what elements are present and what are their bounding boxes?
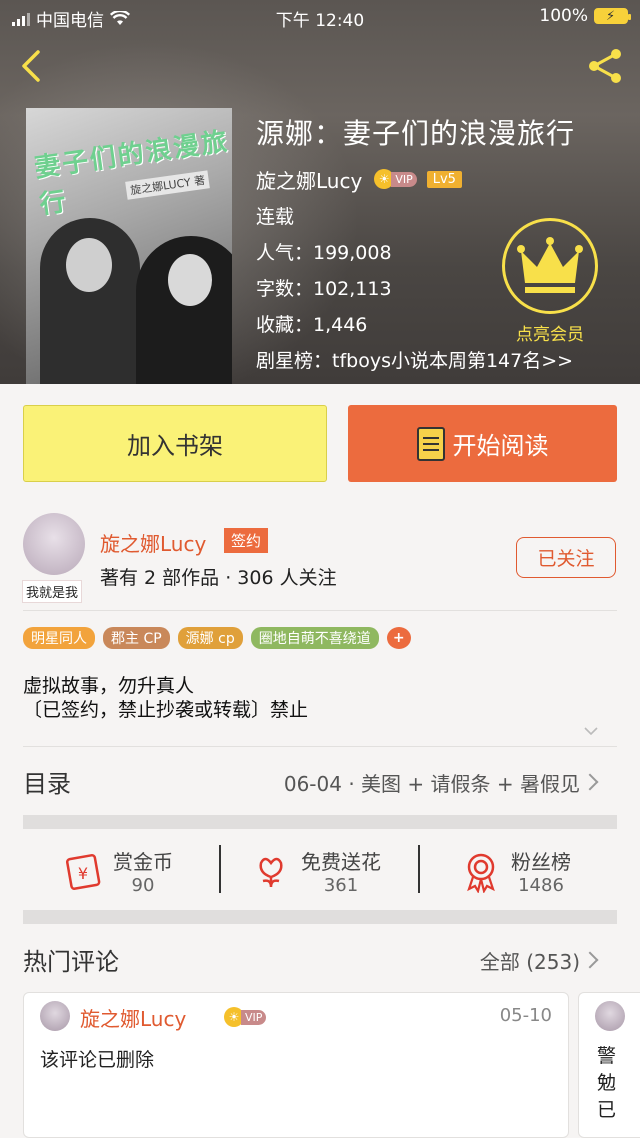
table-of-contents-row[interactable]: 目录 06-04 · 美图 + 请假条 + 暑假见: [0, 746, 640, 816]
section-separator: [23, 910, 617, 924]
book-title: 源娜：妻子们的浪漫旅行: [256, 117, 576, 150]
battery-icon: ⚡: [594, 8, 631, 24]
tag-item[interactable]: 源娜 cp: [177, 627, 243, 649]
status-bar: 中国电信 下午 12:40 100% ⚡: [0, 0, 640, 32]
level-badge: Lv5: [426, 170, 462, 188]
toc-label: 目录: [23, 770, 71, 798]
membership-button[interactable]: [502, 218, 598, 314]
commenter-avatar[interactable]: [595, 1001, 625, 1031]
comment-card[interactable]: 旋之娜Lucy ☀ VIP 05-10 该评论已删除: [23, 992, 569, 1138]
add-to-shelf-button[interactable]: 加入书架: [23, 405, 327, 482]
free-flowers-stat[interactable]: 免费送花 361: [249, 831, 381, 911]
crown-icon: [517, 237, 583, 293]
flower-icon: [259, 857, 283, 888]
expand-chevron-icon[interactable]: [584, 724, 598, 738]
avatar-tag: 我就是我: [22, 580, 83, 603]
section-separator: [23, 815, 617, 829]
author-meta: 著有 2 部作品 · 306 人关注: [100, 567, 337, 589]
author-name[interactable]: 旋之娜Lucy: [100, 528, 206, 557]
tag-item[interactable]: 圈地自萌不喜绕道: [250, 627, 379, 649]
tag-list: 明星同人 郡主 CP 源娜 cp 圈地自萌不喜绕道 +: [23, 627, 411, 649]
all-comments-link[interactable]: 全部 (253): [480, 946, 580, 975]
medal-icon: [467, 853, 495, 893]
book-description: 虚拟故事，勿升真人 〔已签约，禁止抄袭或转载〕禁止: [23, 675, 309, 721]
chevron-right-icon: [581, 773, 599, 791]
divider: [418, 845, 420, 893]
book-author[interactable]: 旋之娜Lucy: [256, 165, 362, 194]
tag-item[interactable]: 郡主 CP: [103, 627, 170, 649]
hot-comments-title: 热门评论: [23, 948, 119, 976]
follow-button[interactable]: 已关注: [516, 537, 616, 578]
reward-coins-stat[interactable]: ¥ 赏金币 90: [61, 831, 173, 911]
tag-more-button[interactable]: +: [386, 627, 411, 649]
red-envelope-icon: ¥: [66, 854, 101, 890]
book-icon: [416, 426, 445, 461]
toc-latest-chapter: 06-04 · 美图 + 请假条 + 暑假见: [283, 772, 580, 796]
back-arrow-icon[interactable]: [16, 46, 46, 86]
commenter-avatar[interactable]: [40, 1001, 70, 1031]
stats-bar: ¥ 赏金币 90 免费送花 361 粉丝榜 1486: [23, 831, 617, 911]
comment-text: 警 勉 已: [597, 1045, 617, 1121]
commenter-name[interactable]: 旋之娜Lucy: [80, 1003, 186, 1032]
membership-label[interactable]: 点亮会员: [502, 320, 598, 345]
author-avatar[interactable]: [23, 513, 85, 575]
vip-badge: ☀ VIP: [224, 1007, 267, 1027]
svg-text:¥: ¥: [78, 864, 88, 883]
comment-text: 该评论已删除: [40, 1049, 155, 1071]
comment-date: 05-10: [499, 1005, 552, 1026]
fan-ranking-stat[interactable]: 粉丝榜 1486: [459, 831, 571, 911]
book-header: 中国电信 下午 12:40 100% ⚡ 妻子们的浪漫旅行 旋之娜LUCY 著 …: [0, 0, 640, 384]
divider: [219, 845, 221, 893]
signed-badge: 签约: [224, 528, 269, 553]
battery-percent: 100%: [539, 6, 588, 26]
comment-card[interactable]: 警 勉 已: [578, 992, 640, 1138]
start-reading-button[interactable]: 开始阅读: [348, 405, 617, 482]
share-icon[interactable]: [586, 46, 626, 86]
book-cover[interactable]: 妻子们的浪漫旅行 旋之娜LUCY 著: [26, 108, 232, 384]
tag-item[interactable]: 明星同人: [23, 627, 95, 649]
divider: [23, 610, 617, 611]
chevron-right-icon[interactable]: [581, 951, 599, 969]
ranking-link[interactable]: 剧星榜：tfboys小说本周第147名>>: [256, 346, 575, 372]
vip-badge: ☀ VIP: [374, 169, 417, 189]
